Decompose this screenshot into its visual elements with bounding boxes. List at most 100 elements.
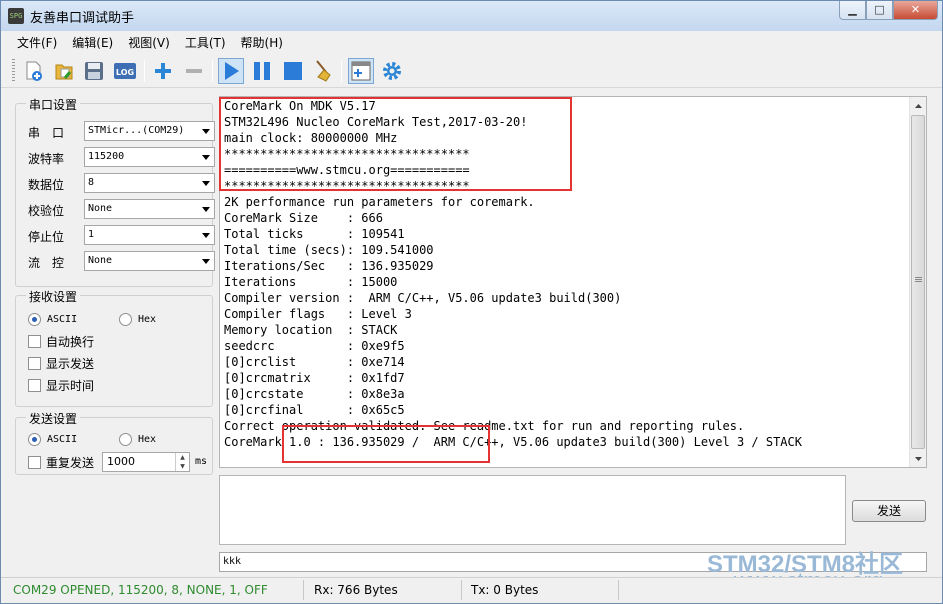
stop-button[interactable] [280, 58, 306, 84]
receive-line: [0]crcstate : 0x8e3a [224, 387, 405, 401]
menu-view[interactable]: 视图(V) [121, 31, 178, 53]
menu-file[interactable]: 文件(F) [10, 31, 65, 53]
spin-down-icon[interactable]: ▼ [176, 462, 189, 471]
send-history-value: kkk [223, 556, 242, 567]
rx-count: Rx: 766 Bytes [314, 583, 398, 597]
window-title: 友善串口调试助手 [30, 11, 135, 26]
send-ascii-radio[interactable]: ASCII [28, 431, 77, 447]
serial-settings-group: 串口设置 串 口 STMicr...(COM29) 波特率 115200 数据位… [15, 96, 215, 287]
databits-label: 数据位 [28, 178, 65, 192]
port-status: COM29 OPENED, 115200, 8, NONE, 1, OFF [13, 583, 268, 597]
send-ascii-label: ASCII [47, 433, 78, 445]
recv-ascii-label: ASCII [47, 313, 78, 325]
receive-settings-group: 接收设置 ASCII Hex 自动换行 显示发送 显示时间 [15, 288, 213, 407]
auto-wrap-checkbox[interactable]: 自动换行 [28, 333, 94, 349]
highlight-box-header [219, 97, 572, 191]
scrollbar-thumb[interactable] [911, 115, 925, 449]
checkbox-icon [28, 334, 41, 348]
settings-icon [383, 62, 401, 80]
status-separator [461, 580, 462, 600]
receive-line: Iterations/Sec : 136.935029 [224, 259, 434, 273]
send-button[interactable]: 发送 [852, 500, 926, 522]
add-window-icon [351, 61, 371, 81]
status-bar: COM29 OPENED, 115200, 8, NONE, 1, OFF Rx… [1, 577, 942, 603]
flow-select[interactable]: None [84, 251, 215, 271]
chevron-down-icon [197, 200, 214, 218]
log-button[interactable]: LOG [112, 58, 138, 84]
send-textarea[interactable] [219, 475, 846, 545]
open-button[interactable] [51, 58, 77, 84]
port-value: STMicr...(COM29) [88, 125, 185, 136]
port-label: 串 口 [28, 126, 65, 140]
toolbar-grip[interactable] [12, 59, 15, 83]
clear-icon [316, 60, 331, 82]
spin-buttons[interactable]: ▲ ▼ [175, 453, 189, 471]
baud-label: 波特率 [28, 152, 65, 166]
parity-select[interactable]: None [84, 199, 215, 219]
menu-help[interactable]: 帮助(H) [234, 31, 291, 53]
minimize-button[interactable]: ▁ [839, 1, 866, 20]
spin-up-icon[interactable]: ▲ [176, 453, 189, 462]
clear-button[interactable] [311, 58, 337, 84]
show-send-label: 显示发送 [46, 356, 95, 371]
receive-line: [0]crclist : 0xe714 [224, 355, 405, 369]
recv-hex-radio[interactable]: Hex [119, 311, 156, 327]
stopbits-label: 停止位 [28, 230, 65, 244]
play-button[interactable] [218, 58, 244, 84]
baud-select[interactable]: 115200 [84, 147, 215, 167]
baud-value: 115200 [88, 151, 125, 162]
pause-button[interactable] [249, 58, 275, 84]
databits-select[interactable]: 8 [84, 173, 215, 193]
vertical-scrollbar[interactable] [909, 97, 926, 467]
receive-line: Memory location : STACK [224, 323, 398, 337]
show-send-checkbox[interactable]: 显示发送 [28, 355, 94, 371]
repeat-send-row: 重复发送 1000 ▲ ▼ ms [28, 452, 212, 472]
receive-line: Compiler version : ARM C/C++, V5.06 upda… [224, 291, 622, 305]
toolbar: LOG [1, 54, 942, 88]
toolbar-separator [341, 60, 342, 82]
chevron-down-icon [197, 174, 214, 192]
menu-tools[interactable]: 工具(T) [178, 31, 234, 53]
pause-icon [254, 62, 270, 80]
new-button[interactable] [21, 58, 47, 84]
app-icon: SPG [8, 8, 24, 24]
settings-button[interactable] [379, 58, 405, 84]
close-button[interactable]: ✕ [893, 1, 938, 20]
stopbits-value: 1 [88, 229, 95, 240]
maximize-button[interactable]: □ [866, 1, 893, 20]
repeat-send-checkbox[interactable]: 重复发送 [28, 454, 94, 470]
send-hex-radio[interactable]: Hex [119, 431, 156, 447]
menu-bar: 文件(F) 编辑(E) 视图(V) 工具(T) 帮助(H) [1, 31, 942, 53]
svg-text:LOG: LOG [116, 68, 134, 77]
interval-spinbox[interactable]: 1000 ▲ ▼ [102, 452, 190, 472]
toolbar-separator [212, 60, 213, 82]
save-icon [85, 62, 103, 80]
send-settings-title: 发送设置 [26, 410, 81, 427]
recv-ascii-radio[interactable]: ASCII [28, 311, 77, 327]
checkbox-icon [28, 378, 41, 392]
title-bar[interactable]: SPG 友善串口调试助手 ▁ □ ✕ [1, 1, 942, 31]
checkbox-icon [28, 455, 41, 469]
log-icon: LOG [114, 63, 136, 79]
stopbits-select[interactable]: 1 [84, 225, 215, 245]
add-window-button[interactable] [348, 58, 374, 84]
port-select[interactable]: STMicr...(COM29) [84, 121, 215, 141]
scroll-up-icon[interactable] [910, 97, 926, 114]
receive-line: Total ticks : 109541 [224, 227, 405, 241]
menu-edit[interactable]: 编辑(E) [65, 31, 121, 53]
save-button[interactable] [81, 58, 107, 84]
receive-line: seedcrc : 0xe9f5 [224, 339, 405, 353]
add-button[interactable] [150, 58, 176, 84]
auto-wrap-label: 自动换行 [46, 334, 95, 349]
receive-line: Compiler flags : Level 3 [224, 307, 412, 321]
checkbox-icon [28, 356, 41, 370]
databits-value: 8 [88, 177, 95, 188]
new-icon [26, 61, 42, 81]
baud-row: 波特率 115200 [28, 147, 215, 167]
show-time-checkbox[interactable]: 显示时间 [28, 377, 94, 393]
scroll-down-icon[interactable] [910, 450, 926, 467]
radio-selected-icon [28, 432, 41, 446]
send-settings-group: 发送设置 ASCII Hex 重复发送 1000 ▲ ▼ ms [15, 410, 213, 475]
remove-button[interactable] [181, 58, 207, 84]
window-controls: ▁ □ ✕ [839, 1, 938, 21]
